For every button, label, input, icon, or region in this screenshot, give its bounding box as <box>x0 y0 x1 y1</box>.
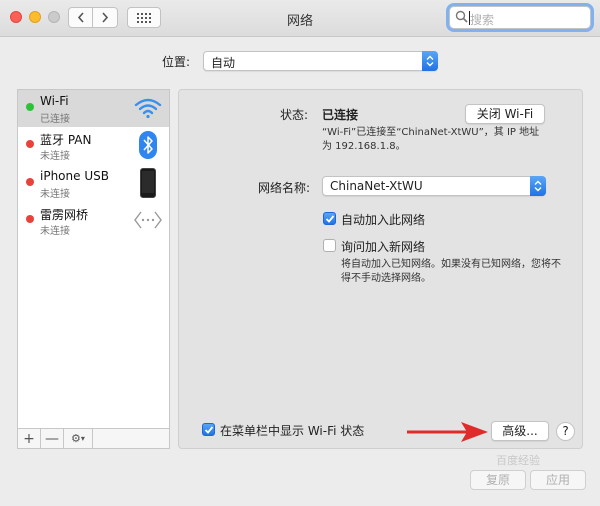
auto-join-label[interactable]: 自动加入此网络 <box>341 211 425 228</box>
network-name-value: ChinaNet-XtWU <box>330 179 423 193</box>
service-actions-button[interactable]: ⚙ ▾ <box>64 429 93 448</box>
revert-button[interactable]: 复原 <box>470 470 526 490</box>
service-list: Wi-Fi 已连接 蓝牙 PAN 未连接 iPhone USB 未连接 雷雳网桥… <box>17 89 170 429</box>
service-status: 未连接 <box>40 226 70 237</box>
watermark: 百度经验 <box>496 454 540 467</box>
service-status: 未连接 <box>40 189 70 200</box>
add-service-button[interactable]: + <box>18 429 41 448</box>
status-value: 已连接 <box>322 108 359 122</box>
service-item-thunderbolt-bridge[interactable]: 雷雳网桥 未连接 <box>18 202 169 239</box>
service-status: 未连接 <box>40 151 70 162</box>
apply-button[interactable]: 应用 <box>530 470 586 490</box>
bluetooth-icon <box>133 130 163 160</box>
ask-join-description-line2: 得不手动选择网络。 <box>341 273 431 284</box>
ask-join-description-line1: 将自动加入已知网络。如果没有已知网络，您将不 <box>341 259 561 270</box>
help-button[interactable]: ? <box>556 422 575 441</box>
turn-off-wifi-button[interactable]: 关闭 Wi-Fi <box>465 104 545 124</box>
search-placeholder: 搜索 <box>470 13 495 27</box>
wifi-icon <box>133 93 163 123</box>
service-item-bluetooth-pan[interactable]: 蓝牙 PAN 未连接 <box>18 127 169 164</box>
location-popup[interactable]: 自动 <box>203 51 438 71</box>
network-name-label: 网络名称: <box>258 181 311 195</box>
checkmark-icon <box>204 426 214 434</box>
popup-arrows-icon <box>422 51 438 71</box>
service-name: iPhone USB <box>40 169 109 183</box>
ask-join-checkbox[interactable] <box>323 239 336 252</box>
remove-service-button[interactable]: — <box>41 429 64 448</box>
ask-join-label[interactable]: 询问加入新网络 <box>341 238 425 255</box>
checkmark-icon <box>325 215 335 223</box>
title-bar: 网络 搜索 <box>0 0 600 37</box>
popup-arrows-icon <box>530 176 546 196</box>
show-in-menubar-checkbox[interactable] <box>202 423 215 436</box>
auto-join-checkbox[interactable] <box>323 212 336 225</box>
status-description-line2: 为 192.168.1.8。 <box>322 141 406 152</box>
status-dot <box>26 103 34 111</box>
gear-icon: ⚙ <box>71 432 81 445</box>
service-status: 已连接 <box>40 114 70 125</box>
search-icon <box>455 10 468 23</box>
location-value: 自动 <box>211 56 236 70</box>
search-field[interactable]: 搜索 <box>449 6 591 29</box>
service-name: 雷雳网桥 <box>40 208 89 222</box>
status-dot <box>26 140 34 148</box>
status-dot <box>26 178 34 186</box>
location-label: 位置: <box>162 55 191 69</box>
service-item-wifi[interactable]: Wi-Fi 已连接 <box>18 90 169 127</box>
show-in-menubar-label[interactable]: 在菜单栏中显示 Wi-Fi 状态 <box>220 422 364 439</box>
status-label: 状态: <box>280 108 309 122</box>
thunderbolt-bridge-icon <box>133 205 163 235</box>
iphone-icon <box>133 168 163 198</box>
chevron-down-icon: ▾ <box>80 434 85 443</box>
service-item-iphone-usb[interactable]: iPhone USB 未连接 <box>18 165 169 202</box>
wifi-detail-panel: 状态: 已连接 关闭 Wi-Fi “Wi-Fi”已连接至“ChinaNet-Xt… <box>178 89 583 449</box>
service-list-toolbar: + — ⚙ ▾ <box>17 429 170 449</box>
advanced-button[interactable]: 高级... <box>491 421 549 441</box>
service-name: 蓝牙 PAN <box>40 133 92 147</box>
status-dot <box>26 215 34 223</box>
annotation-arrow-icon <box>407 422 488 442</box>
status-description-line1: “Wi-Fi”已连接至“ChinaNet-XtWU”，其 IP 地址 <box>322 127 540 138</box>
service-name: Wi-Fi <box>40 94 69 108</box>
network-name-popup[interactable]: ChinaNet-XtWU <box>322 176 546 196</box>
